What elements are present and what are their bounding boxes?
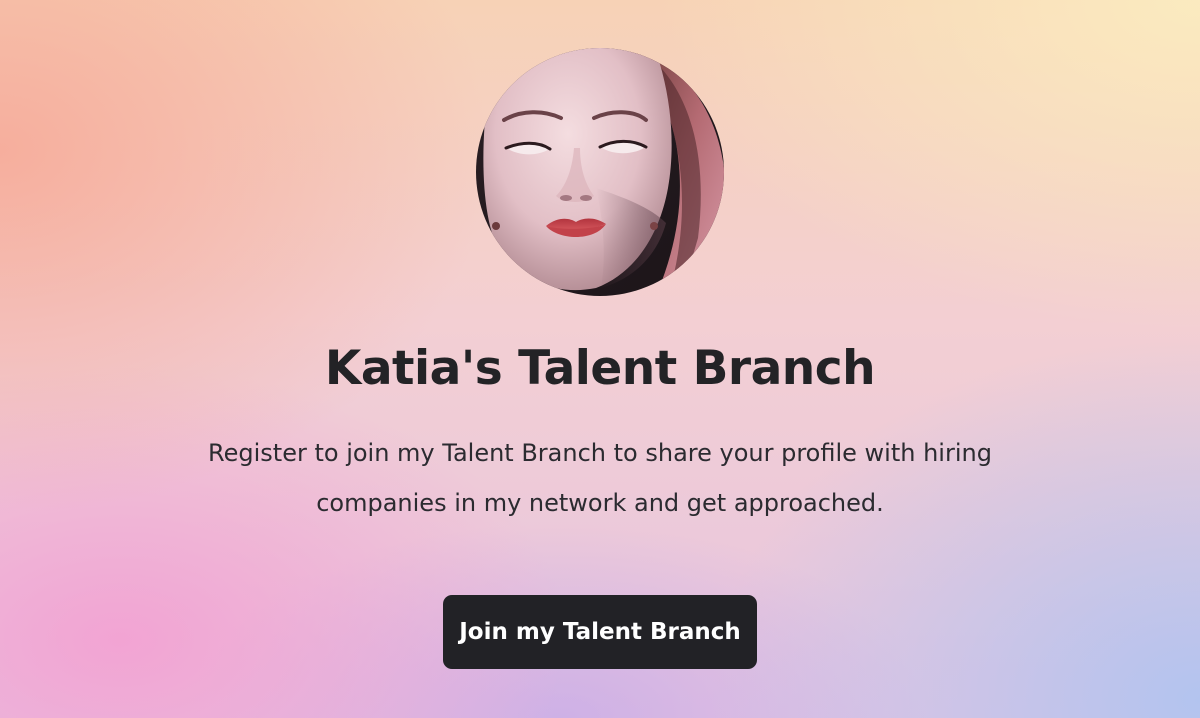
page-description: Register to join my Talent Branch to sha… bbox=[208, 439, 992, 517]
page-title: Katia's Talent Branch bbox=[324, 341, 876, 396]
landing-content: Katia's Talent Branch Register to join m… bbox=[0, 0, 1200, 718]
join-talent-branch-button[interactable]: Join my Talent Branch bbox=[443, 595, 757, 669]
profile-avatar bbox=[476, 48, 724, 296]
